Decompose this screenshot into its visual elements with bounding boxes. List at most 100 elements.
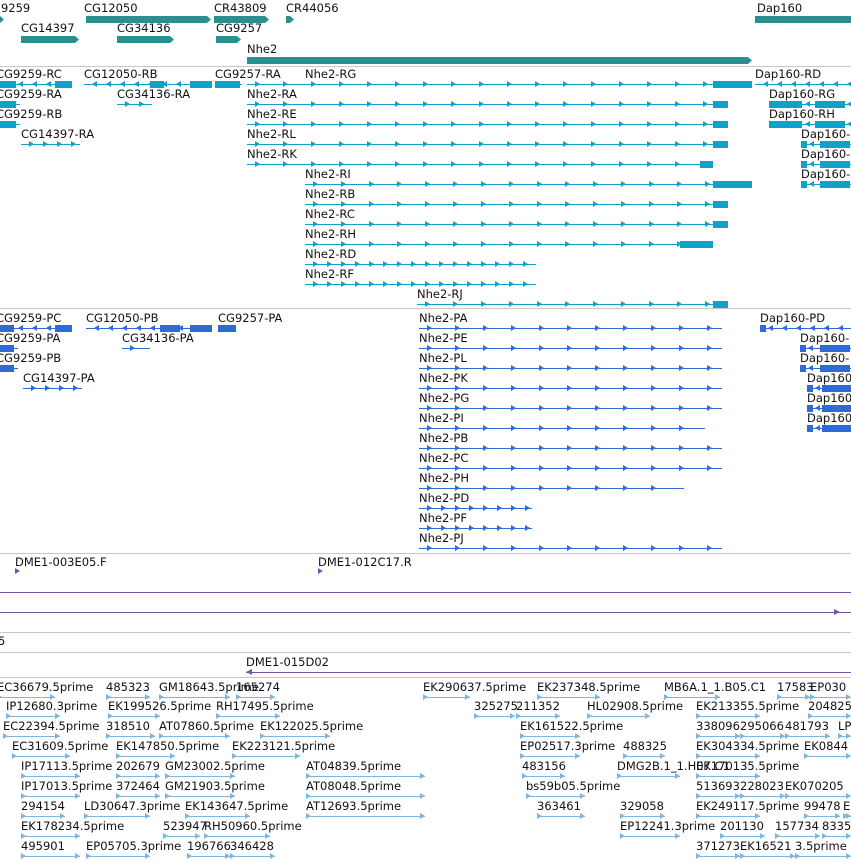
- est-line[interactable]: [165, 796, 235, 797]
- feature-label[interactable]: Nhe2-RF: [305, 268, 354, 281]
- est-line[interactable]: [306, 776, 425, 777]
- feature-label[interactable]: 228023: [740, 780, 784, 793]
- est-line[interactable]: [21, 776, 80, 777]
- est-line[interactable]: [116, 796, 160, 797]
- feature-label[interactable]: 157734: [775, 820, 819, 833]
- feature-label[interactable]: EK16521: [740, 840, 791, 853]
- feature-label[interactable]: CG12050: [84, 2, 138, 15]
- feature-label[interactable]: Dap160-: [800, 352, 849, 365]
- est-line[interactable]: [740, 856, 795, 857]
- est-line[interactable]: [21, 836, 80, 837]
- feature-label[interactable]: 196766: [187, 840, 231, 853]
- feature-label[interactable]: EK199526.5prime: [108, 700, 211, 713]
- feature-label[interactable]: Nhe2-RK: [247, 148, 297, 161]
- est-line[interactable]: [116, 756, 175, 757]
- feature-label[interactable]: Nhe2-PE: [419, 332, 468, 345]
- est-line[interactable]: [740, 796, 785, 797]
- feature-label[interactable]: 5: [0, 635, 5, 648]
- clone-marker-icon[interactable]: [318, 568, 323, 574]
- feature-label[interactable]: CG12050-RB: [84, 68, 158, 81]
- feature-label[interactable]: CG9259-PC: [0, 312, 61, 325]
- feature-label[interactable]: 3.5prime: [795, 840, 847, 853]
- est-line[interactable]: [165, 776, 235, 777]
- feature-label[interactable]: Nhe2-RA: [247, 88, 297, 101]
- est-line[interactable]: [537, 697, 600, 698]
- feature-label[interactable]: 372464: [116, 780, 160, 793]
- feature-label[interactable]: Dap160-: [801, 128, 850, 141]
- est-line[interactable]: [84, 816, 150, 817]
- feature-label[interactable]: 325275: [474, 700, 518, 713]
- feature-label[interactable]: Dap160-RG: [769, 88, 835, 101]
- est-line[interactable]: [808, 716, 851, 717]
- feature-label[interactable]: 329058: [620, 800, 664, 813]
- est-line[interactable]: [522, 776, 565, 777]
- feature-label[interactable]: CG12050-PB: [86, 312, 159, 325]
- feature-label[interactable]: EK237348.5prime: [537, 681, 640, 694]
- feature-label[interactable]: EC36679.5prime: [0, 681, 93, 694]
- feature-label[interactable]: 165274: [236, 681, 280, 694]
- est-line[interactable]: [587, 716, 650, 717]
- feature-label[interactable]: 202679: [116, 760, 160, 773]
- feature-label[interactable]: 295066: [740, 720, 784, 733]
- feature-label[interactable]: Nhe2-PA: [419, 312, 468, 325]
- feature-label[interactable]: Nhe2-PC: [419, 452, 468, 465]
- est-line[interactable]: [623, 756, 665, 757]
- feature-label[interactable]: EK0844: [804, 740, 848, 753]
- feature-label[interactable]: Nhe2-PL: [419, 352, 467, 365]
- feature-label[interactable]: MB6A.1_1.B05.C1: [664, 681, 766, 694]
- est-line[interactable]: [720, 836, 765, 837]
- feature-label[interactable]: CG14397-PA: [23, 372, 95, 385]
- feature-label[interactable]: AT04839.5prime: [306, 760, 401, 773]
- est-line[interactable]: [108, 716, 160, 717]
- feature-label[interactable]: 363461: [537, 800, 581, 813]
- feature-label[interactable]: EK147850.5prime: [116, 740, 219, 753]
- feature-label[interactable]: LD30647.3prime: [84, 800, 180, 813]
- feature-label[interactable]: CG34136-RA: [117, 88, 190, 101]
- est-line[interactable]: [12, 756, 70, 757]
- feature-label[interactable]: 488325: [623, 740, 667, 753]
- feature-label[interactable]: Dap160-: [801, 168, 850, 181]
- feature-label[interactable]: Nhe2-RE: [247, 108, 297, 121]
- feature-label[interactable]: EK070205: [785, 780, 844, 793]
- est-line[interactable]: [423, 697, 470, 698]
- est-line[interactable]: [3, 736, 60, 737]
- feature-label[interactable]: 523947: [163, 820, 207, 833]
- feature-label[interactable]: 338096: [696, 720, 740, 733]
- feature-label[interactable]: CG9259-RB: [0, 108, 62, 121]
- est-line[interactable]: [696, 816, 760, 817]
- est-line[interactable]: [520, 736, 580, 737]
- feature-label[interactable]: EK290637.5prime: [423, 681, 526, 694]
- feature-label[interactable]: EC31609.5prime: [12, 740, 108, 753]
- feature-label[interactable]: Nhe2-PH: [419, 472, 469, 485]
- est-line[interactable]: [620, 816, 665, 817]
- est-line[interactable]: [785, 736, 830, 737]
- est-line[interactable]: [617, 776, 680, 777]
- feature-label[interactable]: EP02517.3prime: [520, 740, 615, 753]
- feature-label[interactable]: Nhe2-RG: [305, 68, 356, 81]
- feature-label[interactable]: RH17495.5prime: [216, 700, 314, 713]
- est-line[interactable]: [795, 856, 851, 857]
- est-line[interactable]: [696, 756, 760, 757]
- feature-label[interactable]: EP12241.3prime: [620, 820, 715, 833]
- feature-label[interactable]: 211352: [516, 700, 560, 713]
- est-line[interactable]: [232, 756, 300, 757]
- feature-label[interactable]: Dap160-PD: [760, 312, 825, 325]
- feature-label[interactable]: Nhe2-RI: [305, 168, 351, 181]
- est-line[interactable]: [216, 716, 280, 717]
- feature-label[interactable]: CG9259: [0, 2, 30, 15]
- gene-bar[interactable]: [21, 36, 79, 43]
- est-line[interactable]: [0, 697, 55, 698]
- feature-label[interactable]: IP17013.5prime: [21, 780, 112, 793]
- est-line[interactable]: [740, 736, 785, 737]
- feature-label[interactable]: Nhe2-RJ: [417, 288, 463, 301]
- est-line[interactable]: [537, 816, 585, 817]
- est-line[interactable]: [306, 816, 425, 817]
- est-line[interactable]: [204, 836, 270, 837]
- feature-label[interactable]: Nhe2-PJ: [419, 532, 464, 545]
- clone-line[interactable]: [0, 612, 851, 613]
- feature-label[interactable]: DME1-012C17.R: [318, 556, 412, 569]
- feature-label[interactable]: EC22394.5prime: [3, 720, 99, 733]
- est-line[interactable]: [516, 716, 560, 717]
- feature-label[interactable]: 201130: [720, 820, 764, 833]
- clone-marker-icon[interactable]: [15, 568, 20, 574]
